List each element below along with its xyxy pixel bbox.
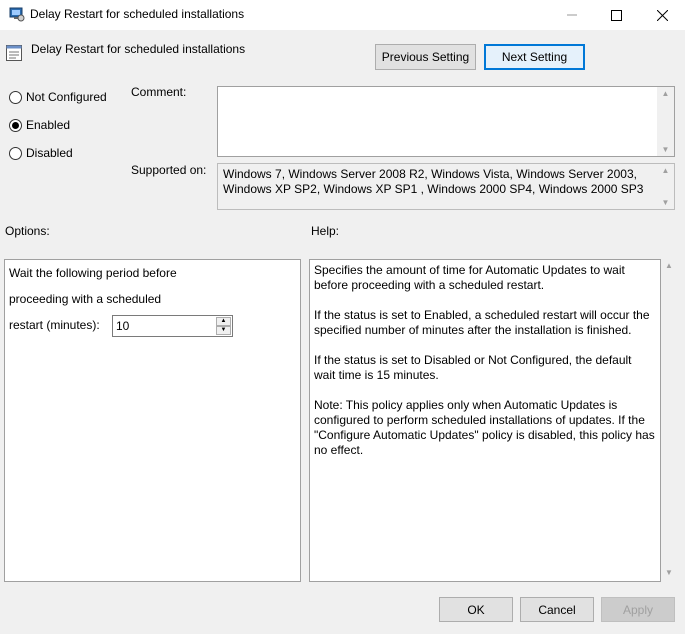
supported-on-label: Supported on: bbox=[131, 163, 207, 177]
restart-minutes-value: 10 bbox=[116, 319, 130, 333]
help-panel[interactable]: Specifies the amount of time for Automat… bbox=[309, 259, 661, 582]
supported-on-box[interactable]: Windows 7, Windows Server 2008 R2, Windo… bbox=[217, 163, 675, 210]
supported-on-value: Windows 7, Windows Server 2008 R2, Windo… bbox=[223, 167, 644, 196]
radio-enabled[interactable]: Enabled bbox=[9, 117, 70, 133]
apply-button[interactable]: Apply bbox=[601, 597, 675, 622]
minimize-icon bbox=[567, 14, 577, 16]
radio-not-configured[interactable]: Not Configured bbox=[9, 89, 107, 105]
options-text-line-2: proceeding with a scheduled bbox=[9, 292, 162, 306]
comment-scrollbar[interactable]: ▲ ▼ bbox=[657, 87, 674, 156]
policy-title: Delay Restart for scheduled installation… bbox=[31, 42, 246, 56]
spin-up-button[interactable]: ▲ bbox=[216, 317, 231, 326]
radio-label: Enabled bbox=[26, 118, 71, 132]
cancel-button[interactable]: Cancel bbox=[520, 597, 594, 622]
minimize-button[interactable] bbox=[549, 0, 595, 30]
supported-on-scrollbar[interactable]: ▲ ▼ bbox=[657, 164, 674, 209]
close-button[interactable] bbox=[639, 0, 685, 30]
scroll-up-icon: ▲ bbox=[661, 89, 670, 98]
scroll-up-icon: ▲ bbox=[665, 261, 673, 270]
help-paragraph: If the status is set to Disabled or Not … bbox=[314, 353, 632, 382]
maximize-button[interactable] bbox=[593, 0, 639, 30]
radio-disabled[interactable]: Disabled bbox=[9, 145, 73, 161]
help-paragraph: Note: This policy applies only when Auto… bbox=[314, 398, 655, 457]
group-policy-app-icon bbox=[9, 7, 25, 22]
next-setting-button[interactable]: Next Setting bbox=[484, 44, 585, 70]
options-text-line-1: Wait the following period before bbox=[9, 266, 177, 280]
comment-label: Comment: bbox=[131, 85, 187, 99]
window-title: Delay Restart for scheduled installation… bbox=[30, 7, 245, 21]
spin-down-button[interactable]: ▼ bbox=[216, 326, 231, 335]
help-text: Specifies the amount of time for Automat… bbox=[314, 263, 656, 473]
help-paragraph: If the status is set to Enabled, a sched… bbox=[314, 308, 650, 337]
radio-circle bbox=[9, 118, 22, 132]
close-icon bbox=[656, 9, 668, 21]
scroll-down-icon: ▼ bbox=[665, 568, 673, 577]
scroll-down-icon: ▼ bbox=[661, 198, 670, 207]
previous-setting-button[interactable]: Previous Setting bbox=[375, 44, 476, 70]
ok-button[interactable]: OK bbox=[439, 597, 513, 622]
policy-setting-icon bbox=[6, 45, 22, 61]
radio-label: Not Configured bbox=[26, 90, 107, 104]
comment-textarea[interactable]: ▲ ▼ bbox=[217, 86, 675, 157]
radio-circle bbox=[9, 146, 22, 160]
radio-circle bbox=[9, 90, 22, 104]
scroll-down-icon: ▼ bbox=[661, 145, 670, 154]
maximize-icon bbox=[610, 9, 622, 21]
restart-minutes-label: restart (minutes): bbox=[9, 318, 100, 332]
help-label: Help: bbox=[311, 224, 340, 238]
options-label: Options: bbox=[5, 224, 50, 238]
options-panel bbox=[4, 259, 301, 582]
radio-label: Disabled bbox=[26, 146, 73, 160]
spin-buttons: ▲ ▼ bbox=[216, 317, 231, 335]
scroll-up-icon: ▲ bbox=[661, 166, 670, 175]
radio-selected-dot bbox=[12, 121, 19, 129]
restart-minutes-spinbox[interactable]: 10 ▲ ▼ bbox=[112, 315, 233, 337]
help-paragraph: Specifies the amount of time for Automat… bbox=[314, 263, 625, 292]
help-scrollbar[interactable]: ▲ ▼ bbox=[661, 259, 677, 582]
